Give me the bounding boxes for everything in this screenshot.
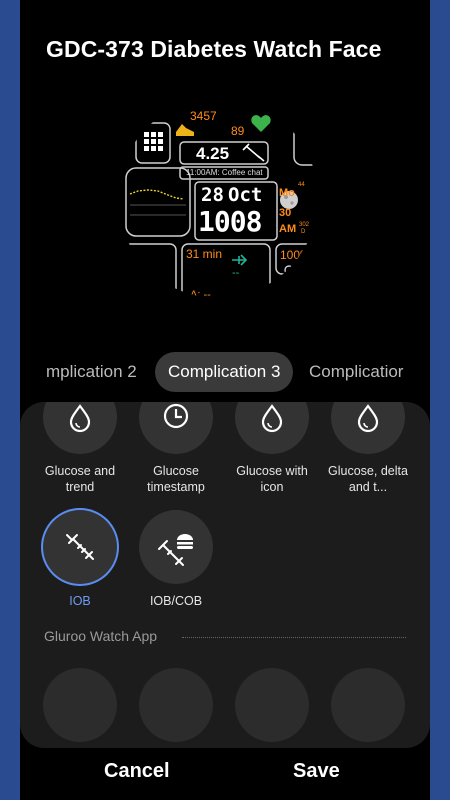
heart-rate-value: 89 xyxy=(231,124,245,138)
battery-value: 100% xyxy=(280,248,311,262)
event-text: 11:00AM: Coffee chat xyxy=(186,168,263,177)
weekday: Mo xyxy=(279,187,295,199)
option-label: Glucose and trend xyxy=(44,464,116,494)
syringe-small-icon xyxy=(242,143,265,162)
clock-icon xyxy=(163,403,189,429)
option-glucose-delta-trend[interactable]: Glucose, delta and t... xyxy=(320,402,416,495)
drop-icon xyxy=(69,404,91,433)
syringe-icon xyxy=(66,534,94,560)
option-glucose-with-icon[interactable]: Glucose with icon xyxy=(224,402,320,495)
glucose-value: 4.25 xyxy=(196,144,230,163)
section-divider xyxy=(182,637,406,638)
date-day: 28 xyxy=(201,184,224,206)
seconds: 30 xyxy=(279,207,292,219)
option-circle[interactable] xyxy=(43,402,117,454)
time-display: 1008 xyxy=(198,205,262,238)
option-glucose-timestamp[interactable]: Glucose timestamp xyxy=(128,402,224,495)
option-circle[interactable] xyxy=(235,402,309,454)
option-circle[interactable] xyxy=(139,402,213,454)
options-panel: Glucose and trend Glucose timestamp Gluc… xyxy=(20,402,430,748)
cancel-button[interactable]: Cancel xyxy=(104,760,170,783)
option-iob-cob[interactable]: IOB/COB xyxy=(128,510,224,609)
drop-icon xyxy=(357,404,379,433)
moon-bottom-2: D xyxy=(301,229,306,235)
date-month: Oct xyxy=(228,184,263,206)
option-circle[interactable] xyxy=(331,402,405,454)
am-pm: AM xyxy=(279,223,297,235)
since-reading: 31 min xyxy=(186,247,223,261)
placeholder-option[interactable] xyxy=(331,668,405,742)
save-button[interactable]: Save xyxy=(293,760,340,783)
steps-value: 3457 xyxy=(190,109,217,123)
page-title: GDC-373 Diabetes Watch Face xyxy=(46,36,382,62)
trend-value: -- xyxy=(232,267,240,279)
delta-value: Δ: -- xyxy=(190,289,211,299)
placeholder-option[interactable] xyxy=(43,668,117,742)
complication-tabs: mplication 2 Complication 3 Complicatior xyxy=(20,352,430,394)
screen: GDC-373 Diabetes Watch Face 3457 89 4.25… xyxy=(20,0,430,800)
option-label: Glucose with icon xyxy=(236,464,308,494)
option-label: IOB xyxy=(69,594,91,608)
footer: Cancel Save xyxy=(20,748,430,800)
watch-icon xyxy=(284,265,294,275)
placeholder-option[interactable] xyxy=(235,668,309,742)
moon-days-top: 44 xyxy=(298,182,305,188)
trend-arrow-icon xyxy=(232,254,248,266)
drop-icon xyxy=(261,404,283,433)
section-title: Gluroo Watch App xyxy=(44,628,158,644)
moon-bottom-1: 302 xyxy=(299,222,310,228)
placeholder-option[interactable] xyxy=(139,668,213,742)
option-iob[interactable]: IOB xyxy=(32,510,128,609)
option-label: Glucose, delta and t... xyxy=(328,464,408,494)
watch-face-preview: 3457 89 4.25 11:00AM: Coffee chat 28 Oct… xyxy=(118,98,318,298)
tab-complication-4[interactable]: Complicatior xyxy=(309,352,403,392)
tab-complication-2[interactable]: mplication 2 xyxy=(46,352,137,392)
option-glucose-and-trend[interactable]: Glucose and trend xyxy=(32,402,128,495)
option-label: IOB/COB xyxy=(149,594,203,608)
tab-complication-3[interactable]: Complication 3 xyxy=(155,352,294,392)
option-circle[interactable] xyxy=(43,510,117,584)
heart-icon xyxy=(251,115,271,132)
option-circle[interactable] xyxy=(139,510,213,584)
syringe-burger-icon xyxy=(158,534,193,566)
apps-grid-icon xyxy=(144,132,163,151)
shoe-icon xyxy=(176,124,194,136)
option-label: Glucose timestamp xyxy=(147,464,205,494)
